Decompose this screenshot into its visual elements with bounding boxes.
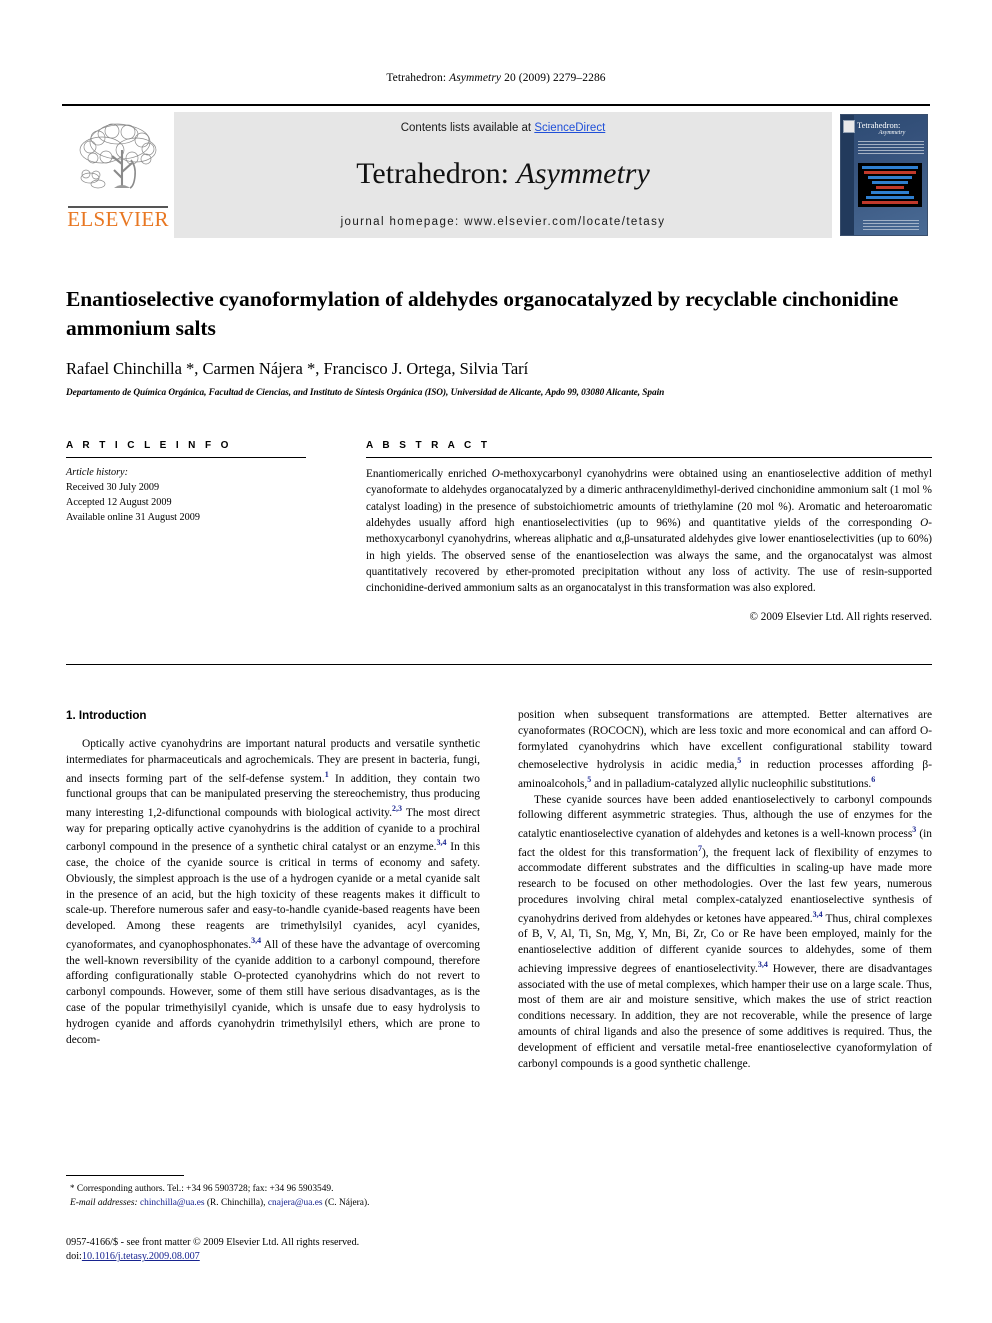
- email-link-chinchilla[interactable]: chinchilla@ua.es: [140, 1198, 205, 1208]
- reference-marker[interactable]: 3,4: [437, 838, 447, 847]
- article-info-divider: [66, 457, 306, 458]
- section-heading-introduction: 1. Introduction: [66, 709, 147, 722]
- intro-text-e: All of these have the advantage of overc…: [66, 938, 480, 1046]
- issn-line: 0957-4166/$ - see front matter © 2009 El…: [66, 1237, 360, 1248]
- doi-link[interactable]: 10.1016/j.tetasy.2009.08.007: [82, 1251, 200, 1262]
- info-abstract-region: A R T I C L E I N F O Article history: R…: [66, 440, 932, 623]
- footnote-corresponding-line: * Corresponding authors. Tel.: +34 96 59…: [66, 1182, 480, 1197]
- abstract-bottom-rule: [66, 664, 932, 665]
- page-title: Enantioselective cyanoformylation of ald…: [66, 287, 899, 340]
- article-history-label: Article history:: [66, 467, 128, 478]
- paragraph-right-2: These cyanide sources have been added en…: [518, 793, 932, 1073]
- cover-publisher-badge-icon: [843, 120, 855, 133]
- cover-blurb-lines: [858, 141, 924, 155]
- reference-marker[interactable]: 6: [871, 775, 875, 784]
- journal-homepage[interactable]: journal homepage: www.elsevier.com/locat…: [174, 216, 832, 228]
- running-head: Tetrahedron: Asymmetry 20 (2009) 2279–22…: [0, 72, 992, 84]
- intro-text-d: In this case, the choice of the cyanide …: [66, 841, 480, 951]
- abstract-text-1: Enantiomerically enriched: [366, 468, 492, 480]
- article-info-column: A R T I C L E I N F O Article history: R…: [66, 440, 306, 623]
- abstract-heading: A B S T R A C T: [366, 440, 491, 451]
- journal-cover-thumbnail: Tetrahedron: Asymmetry: [832, 112, 930, 238]
- reference-marker[interactable]: 3,4: [813, 910, 823, 919]
- footnote-corresponding-text: Corresponding authors. Tel.: +34 96 5903…: [76, 1184, 334, 1194]
- abstract-copyright: © 2009 Elsevier Ltd. All rights reserved…: [749, 610, 933, 623]
- email-link-najera[interactable]: cnajera@ua.es: [268, 1198, 323, 1208]
- running-head-journal-italic: Asymmetry: [449, 72, 502, 84]
- cover-journal-subtitle: Asymmetry: [878, 129, 906, 136]
- journal-title-italic: Asymmetry: [516, 157, 650, 190]
- abstract-text: Enantiomerically enriched O-methoxycarbo…: [366, 466, 932, 597]
- affiliation: Departamento de Química Orgánica, Facult…: [66, 387, 665, 398]
- running-head-journal: Tetrahedron:: [386, 72, 447, 84]
- author-list: Rafael Chinchilla *, Carmen Nájera *, Fr…: [66, 359, 529, 379]
- paragraph-intro-1: Optically active cyanohydrins are import…: [66, 737, 480, 1048]
- cover-journal-title: Tetrahedron:: [857, 120, 901, 130]
- journal-title-main: Tetrahedron:: [356, 157, 517, 190]
- cover-left-stripe: [841, 115, 854, 235]
- body-column-left: 1. Introduction Optically active cyanohy…: [66, 708, 480, 1048]
- right2-text-e: However, there are disadvantages associa…: [518, 962, 932, 1070]
- issn-doi-footer: 0957-4166/$ - see front matter © 2009 El…: [66, 1236, 566, 1265]
- paper-page: Tetrahedron: Asymmetry 20 (2009) 2279–22…: [0, 0, 992, 1323]
- footnote-rule: [66, 1175, 184, 1176]
- corresponding-author-footnote: * Corresponding authors. Tel.: +34 96 59…: [66, 1175, 480, 1210]
- contents-prefix: Contents lists available at: [400, 122, 535, 134]
- email1-owner: (R. Chinchilla),: [204, 1197, 268, 1208]
- journal-band: Contents lists available at ScienceDirec…: [174, 112, 832, 238]
- cover-journal-name: Tetrahedron: Asymmetry: [857, 121, 927, 136]
- running-head-citation: 20 (2009) 2279–2286: [504, 72, 606, 84]
- paragraph-right-1: position when subsequent transformations…: [518, 708, 932, 793]
- reference-marker[interactable]: 3,4: [251, 936, 261, 945]
- article-history: Article history: Received 30 July 2009 A…: [66, 466, 306, 526]
- sciencedirect-link[interactable]: ScienceDirect: [534, 122, 605, 134]
- footnote-marker: *: [70, 1183, 75, 1193]
- cover-footer-lines: [863, 220, 919, 230]
- footnote-email-line: E-mail addresses: chinchilla@ua.es (R. C…: [66, 1197, 480, 1211]
- reference-marker[interactable]: 2,3: [392, 804, 402, 813]
- journal-title: Tetrahedron: Asymmetry: [174, 159, 832, 189]
- right2-text-a: These cyanide sources have been added en…: [518, 793, 932, 840]
- elsevier-wordmark: ELSEVIER: [67, 207, 169, 231]
- title-block: Enantioselective cyanoformylation of ald…: [66, 285, 932, 398]
- cover-artwork: [858, 163, 922, 207]
- abstract-divider: [366, 457, 932, 458]
- journal-masthead: ELSEVIER Contents lists available at Sci…: [62, 104, 930, 238]
- email2-owner: (C. Nájera).: [322, 1197, 370, 1208]
- body-column-right: position when subsequent transformations…: [518, 708, 932, 1072]
- abstract-column: A B S T R A C T Enantiomerically enriche…: [366, 440, 932, 623]
- article-available-online: Available online 31 August 2009: [66, 511, 200, 523]
- elsevier-logo: ELSEVIER: [62, 112, 174, 238]
- email-addresses-label: E-mail addresses:: [70, 1197, 138, 1208]
- doi-label: doi:: [66, 1251, 82, 1263]
- right-text-c: and in palladium-catalyzed allylic nucle…: [591, 777, 872, 790]
- contents-available-line: Contents lists available at ScienceDirec…: [174, 122, 832, 134]
- reference-marker[interactable]: 3,4: [758, 960, 768, 969]
- article-info-heading: A R T I C L E I N F O: [66, 440, 232, 451]
- body-columns: 1. Introduction Optically active cyanohy…: [66, 708, 932, 1248]
- abstract-italic-1: O: [491, 468, 500, 480]
- article-accepted: Accepted 12 August 2009: [66, 496, 172, 508]
- article-received: Received 30 July 2009: [66, 481, 160, 493]
- elsevier-tree-icon: [79, 123, 157, 189]
- doi-line: doi:10.1016/j.tetasy.2009.08.007: [66, 1250, 566, 1264]
